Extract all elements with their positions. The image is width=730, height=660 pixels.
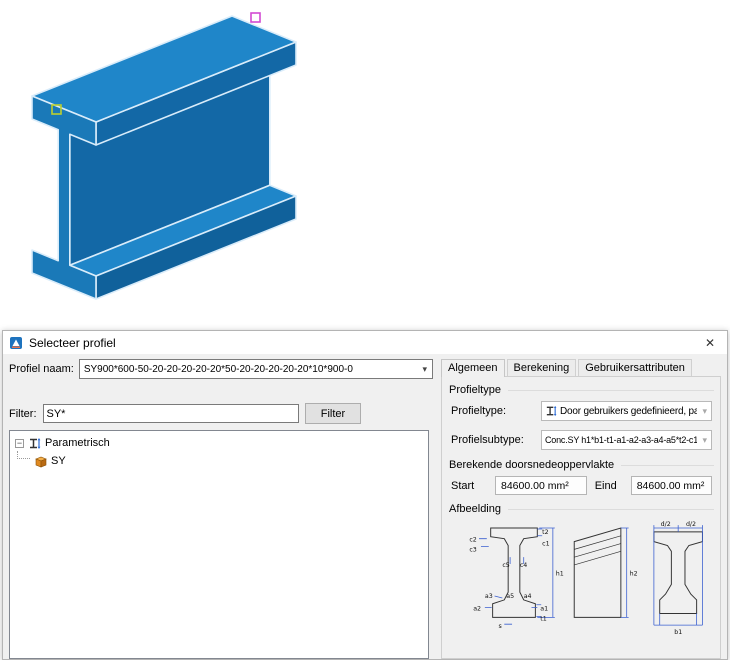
- profile-tree[interactable]: − Parametrisch SY: [9, 430, 429, 659]
- group-title-doorsnede: Berekende doorsnedeoppervlakte: [449, 459, 714, 471]
- filter-row: Filter: Filter: [9, 403, 361, 424]
- svg-text:h1: h1: [556, 571, 564, 578]
- svg-text:t1: t1: [540, 615, 546, 622]
- group-title-afbeelding: Afbeelding: [449, 503, 714, 515]
- svg-text:d/2: d/2: [661, 521, 671, 528]
- left-panel: Profiel naam: SY900*600-50-20-20-20-20-2…: [9, 359, 433, 659]
- side-elevation-outline: [574, 528, 621, 617]
- eind-area-field[interactable]: 84600.00 mm²: [631, 476, 712, 495]
- svg-text:a2: a2: [473, 606, 481, 613]
- svg-text:c4: c4: [520, 562, 527, 569]
- chevron-down-icon: ▾: [419, 364, 430, 375]
- profielsubtype-label: Profielsubtype:: [451, 434, 537, 446]
- tab-berekening[interactable]: Berekening: [507, 359, 577, 376]
- profile-dimension-diagram: t2 c1 c2 c3 c5 c4 a3 a5 a4 a2 a1 t1 s h1: [446, 520, 718, 639]
- end-section-outline: [654, 532, 703, 614]
- svg-text:c3: c3: [469, 546, 476, 553]
- start-area-field[interactable]: 84600.00 mm²: [495, 476, 587, 495]
- profieltype-label: Profieltype:: [451, 405, 537, 417]
- tree-item-label: Parametrisch: [45, 437, 110, 449]
- dialog-body: Profiel naam: SY900*600-50-20-20-20-20-2…: [3, 354, 727, 659]
- svg-text:a3: a3: [485, 593, 493, 600]
- profile-cube-icon: [34, 455, 47, 468]
- profile-name-row: Profiel naam: SY900*600-50-20-20-20-20-2…: [9, 359, 433, 379]
- start-label: Start: [451, 480, 489, 492]
- svg-text:h2: h2: [630, 571, 638, 578]
- profile-name-label: Profiel naam:: [9, 363, 74, 375]
- selection-handle-magenta[interactable]: [251, 13, 260, 22]
- svg-text:d/2: d/2: [686, 521, 696, 528]
- group-title-profieltype: Profieltype: [449, 384, 714, 396]
- app-icon: [9, 336, 23, 350]
- profielsubtype-combobox[interactable]: Conc.SY h1*b1-t1-a1-a2-a3-a4-a5*t2-c1-c2…: [541, 430, 712, 450]
- tab-strip: Algemeen Berekening Gebruikersattributen: [441, 359, 721, 376]
- dialog-titlebar[interactable]: Selecteer profiel ✕: [3, 331, 727, 354]
- tab-algemeen[interactable]: Algemeen: [441, 359, 505, 377]
- profile-name-value: SY900*600-50-20-20-20-20-20*50-20-20-20-…: [84, 364, 420, 375]
- eind-label: Eind: [595, 480, 625, 492]
- tab-page-algemeen: Profieltype Profieltype: Door gebruikers…: [441, 376, 721, 659]
- tab-gebruikersattributen[interactable]: Gebruikersattributen: [578, 359, 692, 376]
- filter-label: Filter:: [9, 408, 37, 420]
- profile-diagram: t2 c1 c2 c3 c5 c4 a3 a5 a4 a2 a1 t1 s h1: [446, 520, 716, 639]
- dialog-title: Selecteer profiel: [29, 336, 116, 350]
- parametric-profile-icon: [28, 437, 41, 450]
- filter-button[interactable]: Filter: [305, 403, 361, 424]
- profielsubtype-value: Conc.SY h1*b1-t1-a1-a2-a3-a4-a5*t2-c1-c2…: [545, 435, 697, 445]
- tree-connector-line: [17, 451, 30, 459]
- profieltype-row: Profieltype: Door gebruikers gedefinieer…: [451, 401, 712, 421]
- tree-item-parametrisch[interactable]: − Parametrisch: [12, 434, 426, 452]
- model-viewport[interactable]: [0, 0, 340, 326]
- select-profile-dialog: Selecteer profiel ✕ Profiel naam: SY900*…: [2, 330, 728, 660]
- tree-item-sy[interactable]: SY: [34, 452, 426, 470]
- tree-collapse-icon[interactable]: −: [15, 439, 24, 448]
- beam-3d-model: [32, 16, 296, 299]
- close-button[interactable]: ✕: [693, 331, 727, 354]
- svg-text:b1: b1: [674, 629, 682, 636]
- svg-text:t2: t2: [542, 529, 548, 536]
- profieltype-combobox[interactable]: Door gebruikers gedefinieerd, parametris…: [541, 401, 712, 421]
- area-row: Start 84600.00 mm² Eind 84600.00 mm²: [451, 476, 712, 495]
- svg-text:c5: c5: [502, 562, 509, 569]
- cross-section-outline: [491, 528, 538, 617]
- profieltype-value: Door gebruikers gedefinieerd, parametris…: [560, 406, 697, 417]
- tree-item-label: SY: [51, 455, 66, 467]
- svg-text:c1: c1: [542, 541, 549, 548]
- chevron-down-icon: ▾: [700, 406, 709, 417]
- svg-text:a4: a4: [524, 593, 532, 600]
- svg-text:s: s: [498, 623, 501, 630]
- svg-text:c2: c2: [469, 537, 476, 544]
- svg-text:a1: a1: [540, 606, 548, 613]
- chevron-down-icon: ▾: [700, 435, 709, 446]
- parametric-profile-icon: [545, 405, 557, 417]
- profile-name-combobox[interactable]: SY900*600-50-20-20-20-20-20*50-20-20-20-…: [79, 359, 433, 379]
- right-panel: Algemeen Berekening Gebruikersattributen…: [441, 359, 721, 659]
- profielsubtype-row: Profielsubtype: Conc.SY h1*b1-t1-a1-a2-a…: [451, 430, 712, 450]
- filter-input[interactable]: [43, 404, 300, 423]
- svg-text:a5: a5: [506, 593, 514, 600]
